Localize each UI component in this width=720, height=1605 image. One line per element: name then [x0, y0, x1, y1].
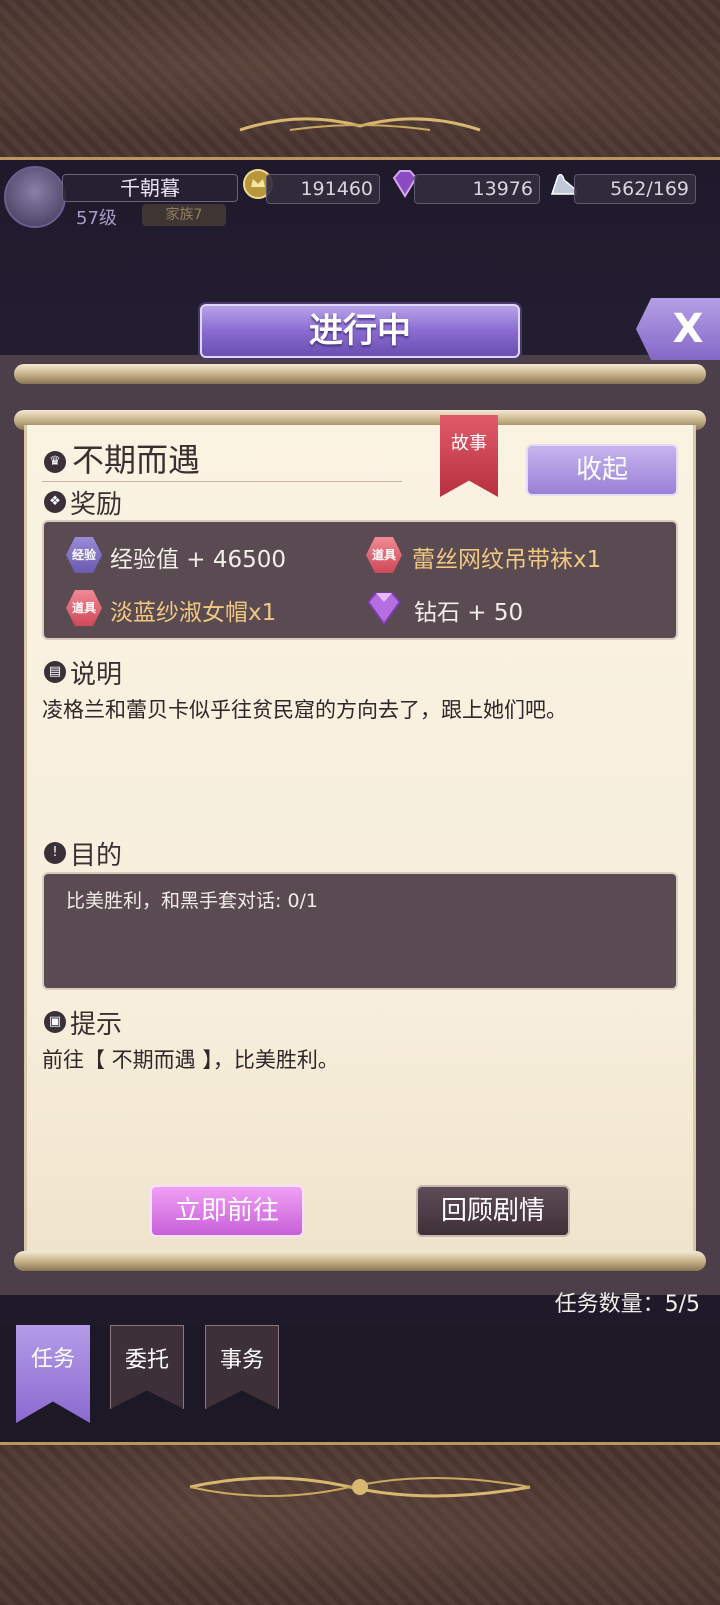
go-now-button[interactable]: 立即前往: [150, 1185, 304, 1237]
quest-title: 不期而遇: [42, 440, 402, 482]
collapse-button[interactable]: 收起: [526, 444, 678, 496]
resource-bar: 千朝暮 57级 家族7 191460 13976 562/169: [0, 162, 720, 232]
top-scroll-rod: [14, 364, 706, 384]
gold-amount: 191460: [266, 174, 380, 204]
close-icon: X: [672, 306, 704, 352]
reward-item-hat[interactable]: 淡蓝纱淑女帽x1: [110, 593, 276, 627]
status-title: 进行中: [309, 311, 411, 351]
description-label: 说明: [70, 660, 123, 690]
book-icon: ▤: [44, 661, 66, 683]
diamond-amount: 13976: [414, 174, 540, 204]
stamina-amount: 562/169: [574, 174, 696, 204]
diamond-icon: [366, 592, 402, 626]
reward-exp: 经验值 + 46500: [110, 547, 287, 573]
alert-icon: !: [44, 842, 66, 864]
close-button[interactable]: X: [636, 298, 720, 360]
objective-label: 目的: [70, 841, 123, 871]
reward-icon: ❖: [44, 491, 66, 513]
top-decor-frame: [0, 0, 720, 160]
hint-icon: ▣: [44, 1011, 66, 1033]
description-text: 凌格兰和蕾贝卡似乎往贫民窟的方向去了，跟上她们吧。: [42, 698, 567, 722]
quest-count: 任务数量：5/5: [554, 1292, 700, 1317]
paper-bottom-rod: [14, 1251, 706, 1271]
hint-text: 前往【 不期而遇 】，比美胜利。: [42, 1048, 339, 1072]
player-avatar[interactable]: [4, 166, 66, 228]
hint-label: 提示: [70, 1010, 123, 1040]
bottom-flourish-ornament: [189, 1476, 531, 1498]
reward-item-stockings[interactable]: 蕾丝网纹吊带袜x1: [412, 540, 601, 574]
player-name: 千朝暮: [62, 174, 238, 202]
top-flourish-ornament: [239, 117, 481, 132]
player-level: 57级: [76, 208, 117, 229]
family-badge: 家族7: [142, 204, 226, 226]
bottom-decor-frame: [0, 1442, 720, 1605]
reward-label: 奖励: [70, 490, 123, 520]
objective-text: 比美胜利，和黑手套对话: 0/1: [66, 890, 319, 912]
tab-bar: [0, 1325, 720, 1442]
review-story-button[interactable]: 回顾剧情: [416, 1185, 570, 1237]
reward-diamond: 钻石 + 50: [414, 600, 524, 626]
status-title-banner: 进行中: [200, 304, 520, 358]
story-tag-label: 故事: [451, 433, 487, 454]
